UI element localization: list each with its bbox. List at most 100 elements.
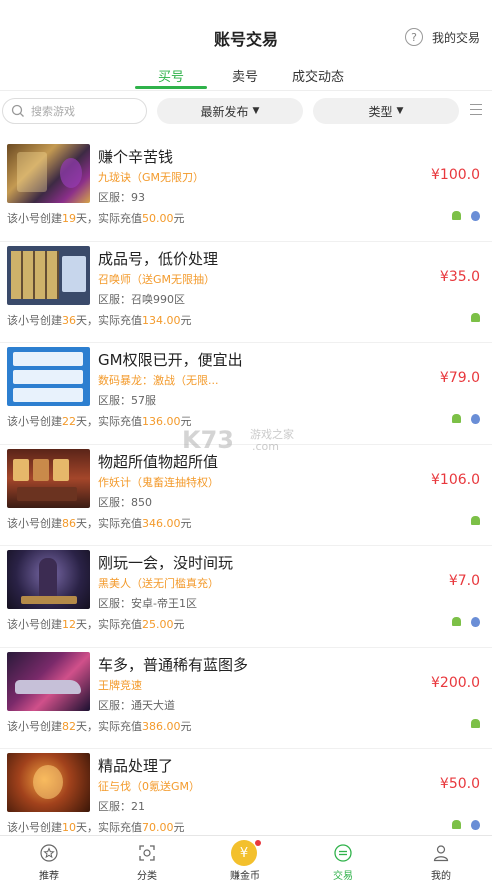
account-meta: 该小号创建82天，实际充值386.00元	[7, 719, 192, 733]
category-icon	[139, 845, 155, 861]
android-icon	[452, 414, 461, 423]
apple-icon	[471, 617, 480, 627]
sort-label: 最新发布	[200, 104, 249, 119]
caret-down-icon: ▼	[252, 106, 260, 116]
android-icon	[452, 211, 461, 220]
game-thumbnail	[7, 347, 90, 406]
nav-profile[interactable]: 我的	[392, 836, 490, 882]
game-thumbnail	[7, 651, 90, 711]
coin-icon: ¥	[231, 840, 257, 866]
game-thumbnail	[7, 550, 90, 609]
platform-badges	[471, 718, 480, 728]
platform-badges	[471, 312, 480, 322]
active-tab-indicator	[135, 86, 207, 89]
account-meta: 该小号创建19天，实际充值50.00元	[7, 212, 185, 225]
nav-trade[interactable]: 交易	[294, 836, 392, 882]
server-info: 区服：安卓-帝王1区	[98, 597, 197, 610]
android-icon	[452, 617, 461, 626]
list-item[interactable]: 赚个辛苦钱 九珑诀（GM无限刀） 区服：93 ¥100.0 该小号创建19天，实…	[0, 140, 492, 242]
server-info: 区服：21	[98, 800, 145, 813]
bottom-nav: 推荐 分类 ¥ 赚金币 交易 我的	[0, 835, 492, 882]
list-item[interactable]: GM权限已开，便宜出 数码暴龙：激战（无限... 区服：57服 ¥79.0 该小…	[0, 343, 492, 445]
nav-label: 交易	[333, 871, 353, 882]
server-info: 区服：93	[98, 191, 145, 204]
listing-title: 刚玩一会，没时间玩	[98, 554, 234, 572]
listing-title: 成品号，低价处理	[98, 249, 219, 268]
nav-recommend[interactable]: 推荐	[0, 836, 98, 882]
list-item[interactable]: 成品号，低价处理 召唤师（送GM无限抽） 区服：召唤990区 ¥35.0 该小号…	[0, 242, 492, 343]
game-name: 作妖计（鬼畜连抽特权）	[98, 475, 219, 489]
platform-badges	[452, 820, 480, 830]
price: ¥100.0	[431, 167, 480, 183]
star-icon	[40, 844, 58, 862]
list-item[interactable]: 刚玩一会，没时间玩 黑美人（送无门槛真充） 区服：安卓-帝王1区 ¥7.0 该小…	[0, 546, 492, 648]
apple-icon	[471, 820, 480, 830]
search-input[interactable]	[31, 104, 131, 118]
apple-icon	[471, 211, 480, 221]
server-info: 区服：通天大道	[98, 698, 175, 712]
nav-label: 我的	[431, 871, 451, 882]
listing-list: 赚个辛苦钱 九珑诀（GM无限刀） 区服：93 ¥100.0 该小号创建19天，实…	[0, 140, 492, 851]
caret-down-icon: ▼	[396, 106, 404, 116]
filter-bar: 最新发布 ▼ 类型 ▼	[0, 98, 492, 126]
nav-label: 推荐	[39, 871, 59, 882]
android-icon	[452, 820, 461, 829]
list-item[interactable]: 车多，普通稀有蓝图多 王牌竞速 区服：通天大道 ¥200.0 该小号创建82天，…	[0, 648, 492, 749]
my-trades-button[interactable]: ? 我的交易	[404, 28, 480, 46]
game-name: 王牌竞速	[98, 678, 142, 692]
price: ¥200.0	[431, 674, 480, 691]
game-thumbnail	[7, 448, 90, 508]
game-name: 数码暴龙：激战（无限...	[98, 374, 219, 387]
tab-deal-feed[interactable]: 成交动态	[292, 66, 344, 85]
account-meta: 该小号创建36天，实际充值134.00元	[7, 313, 192, 327]
account-meta: 该小号创建10天，实际充值70.00元	[7, 821, 185, 834]
android-icon	[471, 312, 480, 322]
trade-icon	[334, 844, 352, 862]
game-thumbnail	[7, 144, 90, 203]
search-icon	[11, 104, 24, 117]
account-meta: 该小号创建86天，实际充值346.00元	[7, 516, 192, 530]
app-root: 账号交易 ? 我的交易 买号 卖号 成交动态 最新发布 ▼ 类型 ▼	[0, 0, 492, 882]
type-dropdown[interactable]: 类型 ▼	[313, 98, 459, 124]
divider	[0, 90, 492, 91]
platform-badges	[452, 414, 480, 424]
price: ¥106.0	[431, 471, 480, 488]
sort-dropdown[interactable]: 最新发布 ▼	[157, 98, 303, 124]
tab-sell[interactable]: 卖号	[232, 66, 258, 85]
listing-title: 赚个辛苦钱	[98, 148, 174, 166]
platform-badges	[471, 515, 480, 525]
server-info: 区服：57服	[98, 394, 156, 407]
price: ¥7.0	[448, 573, 480, 589]
help-icon: ?	[404, 28, 423, 46]
price: ¥50.0	[439, 776, 480, 792]
user-icon	[433, 845, 449, 862]
listing-title: 精品处理了	[98, 757, 174, 775]
listing-title: 车多，普通稀有蓝图多	[98, 655, 249, 674]
my-trades-label: 我的交易	[431, 30, 480, 45]
android-icon	[471, 515, 480, 525]
apple-icon	[471, 414, 480, 424]
price: ¥35.0	[439, 268, 480, 285]
tab-buy[interactable]: 买号	[158, 66, 184, 85]
tab-bar: 买号 卖号 成交动态	[0, 62, 492, 90]
header: 账号交易 ? 我的交易	[0, 0, 492, 56]
account-meta: 该小号创建12天，实际充值25.00元	[7, 618, 185, 631]
platform-badges	[452, 211, 480, 221]
price: ¥79.0	[439, 370, 480, 386]
nav-label: 分类	[137, 871, 157, 882]
notification-dot	[255, 840, 261, 846]
listing-title: GM权限已开，便宜出	[98, 351, 243, 369]
game-name: 征与伐（0氪送GM）	[98, 780, 201, 793]
list-view-icon[interactable]	[470, 104, 482, 118]
nav-earn-coins[interactable]: ¥ 赚金币	[196, 836, 294, 882]
account-meta: 该小号创建22天，实际充值136.00元	[7, 415, 192, 428]
game-name: 召唤师（送GM无限抽）	[98, 272, 216, 286]
search-box[interactable]	[2, 98, 147, 124]
listing-title: 物超所值物超所值	[98, 452, 219, 471]
nav-category[interactable]: 分类	[98, 836, 196, 882]
game-thumbnail	[7, 245, 90, 305]
list-item[interactable]: 物超所值物超所值 作妖计（鬼畜连抽特权） 区服：850 ¥106.0 该小号创建…	[0, 445, 492, 546]
nav-label: 赚金币	[230, 871, 260, 882]
type-label: 类型	[368, 104, 393, 119]
game-thumbnail	[7, 753, 90, 812]
